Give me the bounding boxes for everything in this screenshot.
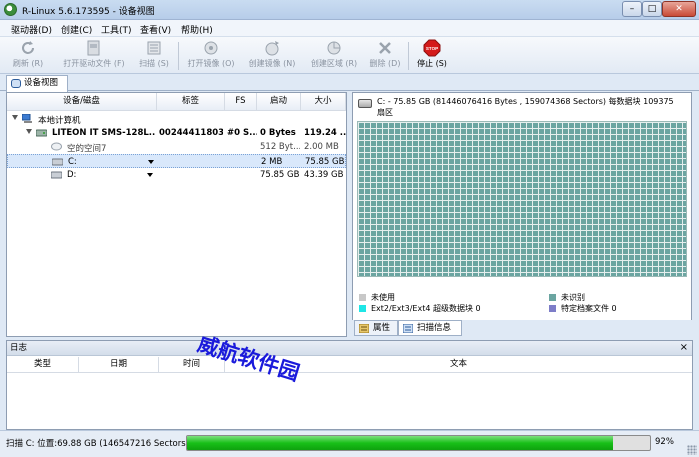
menu-tools[interactable]: 工具(T)	[101, 23, 132, 36]
maximize-button[interactable]: □	[642, 1, 662, 17]
log-column-type[interactable]: 类型	[7, 357, 79, 373]
scan-progress-bar	[186, 435, 651, 451]
menu-bar: 驱动器(D) 创建(C) 工具(T) 查看(V) 帮助(H)	[0, 20, 699, 37]
progress-fill	[187, 436, 613, 450]
toolbar-separator	[178, 42, 179, 70]
column-header-fs[interactable]: FS	[225, 93, 257, 111]
tab-device-view[interactable]: 设备视图	[6, 75, 68, 92]
hard-disk-icon	[358, 99, 372, 108]
scan-button[interactable]: 扫描 (S)	[136, 39, 172, 69]
menu-create[interactable]: 创建(C)	[61, 23, 92, 36]
open-drive-files-button[interactable]: 打开驱动文件 (F)	[58, 39, 130, 69]
svg-text:STOP: STOP	[426, 46, 438, 51]
open-image-icon	[204, 41, 218, 55]
log-title-bar: 日志 ×	[7, 341, 692, 356]
window-title: R-Linux 5.6.173595 - 设备视图	[22, 7, 155, 17]
resize-grip-icon[interactable]	[687, 445, 697, 455]
device-view-icon	[11, 79, 21, 88]
scan-map-header: C: - 75.85 GB (81446076416 Bytes , 15907…	[353, 93, 691, 121]
create-image-icon	[265, 41, 279, 56]
log-column-date[interactable]: 日期	[79, 357, 159, 373]
tab-scan-info[interactable]: 扫描信息	[398, 320, 462, 336]
scan-block-grid[interactable]	[357, 121, 687, 277]
expand-arrow-icon[interactable]	[26, 129, 32, 134]
column-header-size[interactable]: 大小	[301, 93, 346, 111]
close-button[interactable]: ✕	[662, 1, 696, 17]
legend-swatch	[359, 305, 366, 312]
dropdown-arrow-icon[interactable]	[147, 173, 153, 177]
scan-panel-tabs: 属性 扫描信息	[352, 320, 692, 337]
legend-swatch	[549, 305, 556, 312]
delete-icon	[379, 42, 391, 54]
expand-arrow-icon[interactable]	[12, 115, 18, 120]
status-bar: 扫描 C: 位置:69.88 GB (146547216 Sectors) 92…	[0, 430, 699, 457]
column-header-device[interactable]: 设备/磁盘	[7, 93, 157, 111]
disk-drive-icon	[36, 129, 47, 137]
tab-properties[interactable]: 属性	[354, 320, 398, 336]
partition-icon	[52, 158, 63, 166]
app-logo-icon	[4, 3, 17, 16]
open-drive-files-icon	[87, 40, 100, 56]
scan-icon	[147, 41, 161, 55]
scan-info-icon	[403, 324, 413, 333]
empty-space-icon	[51, 142, 62, 151]
title-bar: R-Linux 5.6.173595 - 设备视图 – □ ✕	[0, 0, 699, 20]
minimize-button[interactable]: –	[622, 1, 642, 17]
tree-row-partition-d[interactable]: D: 75.85 GB 43.39 GB	[7, 168, 346, 182]
partition-icon	[51, 171, 62, 179]
log-close-icon[interactable]: ×	[680, 341, 688, 355]
log-panel: 日志 × 类型 日期 时间 文本	[6, 340, 693, 430]
refresh-button[interactable]: 刷新 (R)	[11, 39, 45, 69]
stop-button[interactable]: STOP 停止 (S)	[414, 39, 450, 69]
tree-row-partition-c[interactable]: C: 2 MB 75.85 GB	[7, 154, 346, 168]
delete-button[interactable]: 删除 (D)	[368, 39, 402, 69]
legend-swatch	[359, 294, 366, 301]
properties-icon	[359, 324, 369, 333]
scan-status-text: 扫描 C: 位置:69.88 GB (146547216 Sectors)	[6, 439, 189, 449]
menu-view[interactable]: 查看(V)	[140, 23, 171, 36]
column-header-start[interactable]: 启动	[257, 93, 301, 111]
progress-percent: 92%	[655, 437, 674, 447]
stop-icon: STOP	[423, 39, 441, 57]
toolbar: 刷新 (R) 打开驱动文件 (F) 扫描 (S) 打开镜像 (O) 创建镜像 (…	[0, 37, 699, 74]
tree-row-disk[interactable]: LITEON IT SMS-128L... 002444118037 #0 S.…	[7, 126, 346, 140]
menu-help[interactable]: 帮助(H)	[181, 23, 213, 36]
tree-row-local-computer[interactable]: 本地计算机	[7, 112, 346, 126]
legend-swatch	[549, 294, 556, 301]
open-image-button[interactable]: 打开镜像 (O)	[184, 39, 238, 69]
refresh-icon	[22, 41, 34, 54]
device-tree-panel: 设备/磁盘 标签 FS 启动 大小 本地计算机 LITEON IT SMS-12…	[6, 92, 347, 337]
scan-map-panel: C: - 75.85 GB (81446076416 Bytes , 15907…	[352, 92, 692, 337]
create-region-icon	[327, 41, 341, 55]
menu-drive[interactable]: 驱动器(D)	[11, 23, 52, 36]
computer-icon	[22, 114, 32, 123]
column-header-label[interactable]: 标签	[157, 93, 225, 111]
tree-row-empty-space[interactable]: 空的空间7 512 Byt... 2.00 MB	[7, 140, 346, 154]
view-tabs: 设备视图	[0, 74, 699, 92]
dropdown-arrow-icon[interactable]	[148, 160, 154, 164]
create-image-button[interactable]: 创建镜像 (N)	[244, 39, 300, 69]
create-region-button[interactable]: 创建区域 (R)	[306, 39, 362, 69]
toolbar-separator	[408, 42, 409, 70]
